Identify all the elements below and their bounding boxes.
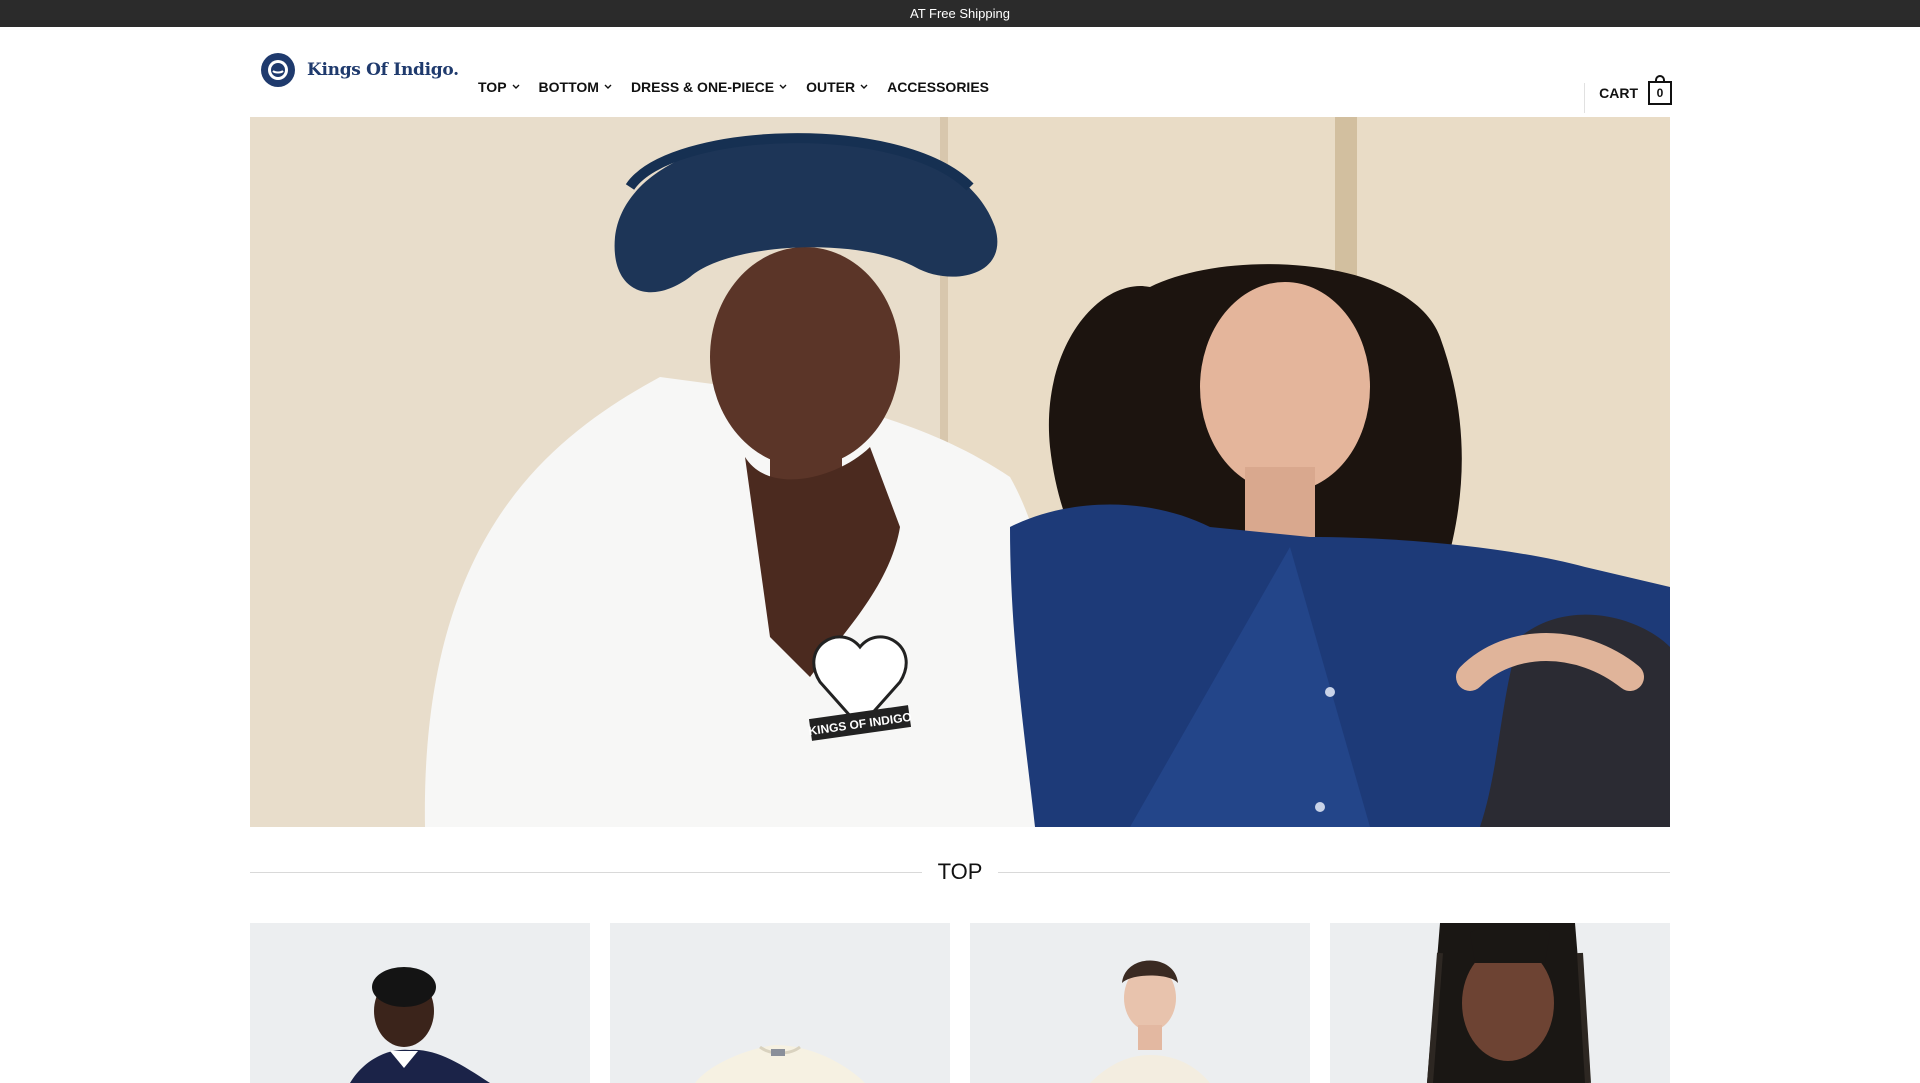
product-image [1330,923,1670,1083]
site-header: Kings Of Indigo. TOP BOTTOM DRESS & ONE-… [0,27,1920,117]
product-card[interactable] [610,923,950,1083]
main-nav: TOP BOTTOM DRESS & ONE-PIECE OUTER ACCES… [478,79,989,95]
product-card[interactable] [1330,923,1670,1083]
announcement-text: AT Free Shipping [910,6,1010,21]
nav-item-top[interactable]: TOP [478,79,521,95]
product-card[interactable] [970,923,1310,1083]
chevron-down-icon [604,84,612,89]
cart-bag-icon: 0 [1648,75,1672,105]
product-image [250,923,590,1083]
cart-button[interactable]: CART 0 [1599,75,1672,105]
nav-item-accessories[interactable]: ACCESSORIES [887,79,989,95]
nav-item-label: TOP [478,79,507,95]
nav-item-bottom[interactable]: BOTTOM [539,79,613,95]
nav-item-label: ACCESSORIES [887,79,989,95]
heading-rule-right [998,871,1671,873]
product-image [610,923,950,1083]
cart-count: 0 [1656,86,1664,100]
announcement-bar: AT Free Shipping [0,0,1920,27]
hero-image: KINGS OF INDIGO [250,117,1670,827]
hero-banner[interactable]: KINGS OF INDIGO [250,117,1670,827]
logo-emblem-icon [261,53,295,87]
cart-divider [1584,83,1585,113]
product-card[interactable] [250,923,590,1083]
nav-item-outer[interactable]: OUTER [806,79,869,95]
brand-logo[interactable]: Kings Of Indigo. [261,53,459,87]
chevron-down-icon [779,84,787,89]
nav-item-dress-one-piece[interactable]: DRESS & ONE-PIECE [631,79,788,95]
nav-item-label: OUTER [806,79,856,95]
product-image [970,923,1310,1083]
nav-item-label: BOTTOM [538,79,599,95]
chevron-down-icon [512,84,520,89]
chevron-down-icon [860,84,868,89]
cart-label: CART [1599,85,1638,101]
section-heading: TOP [250,859,1671,884]
logo-wordmark: Kings Of Indigo. [307,60,459,80]
section-title: TOP [937,859,983,884]
nav-item-label: DRESS & ONE-PIECE [630,79,775,95]
cart-bag-handle [1655,75,1665,83]
product-grid [250,923,1670,1083]
heading-rule-left [250,871,922,873]
